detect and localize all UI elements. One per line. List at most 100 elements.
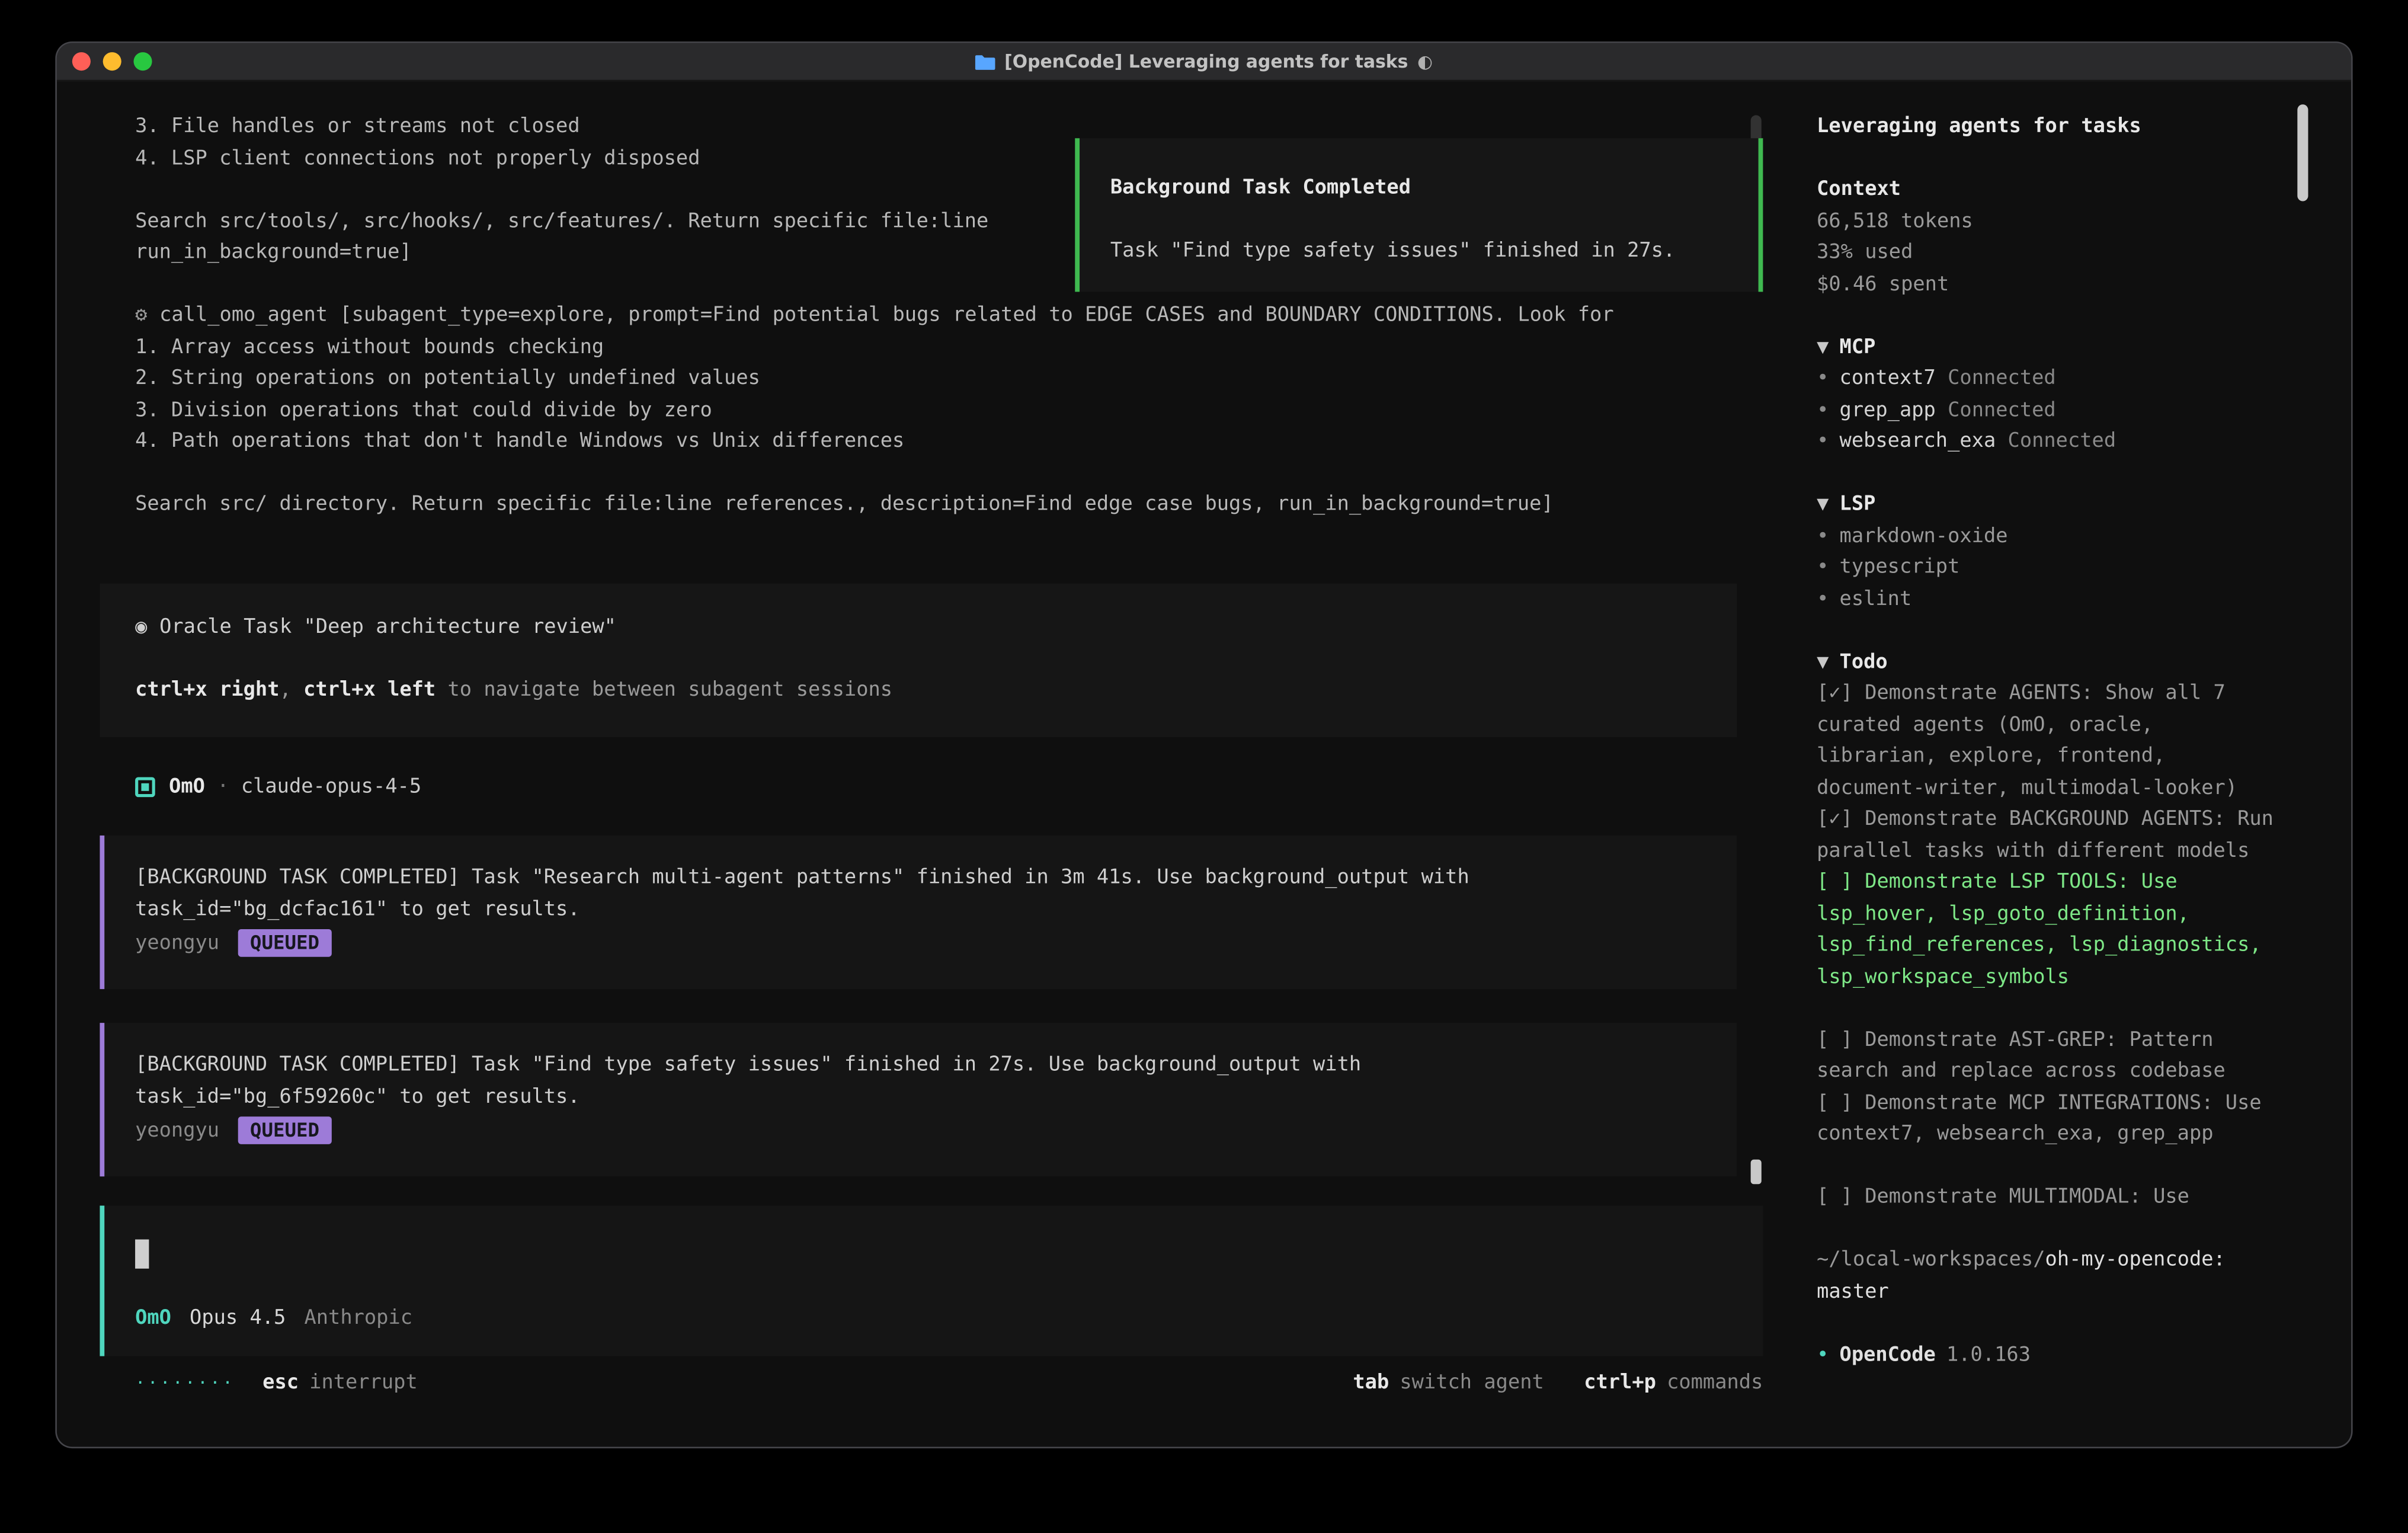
todo-item-done: [✓] Demonstrate AGENTS: Show all 7 curat… xyxy=(1817,679,2278,805)
background-task-message: [BACKGROUND TASK COMPLETED] Task "Find t… xyxy=(100,1023,1737,1176)
window-controls xyxy=(57,52,152,71)
todo-item-active: [ ] Demonstrate LSP TOOLS: Use lsp_hover… xyxy=(1817,868,2278,994)
app-version-number: 1.0.163 xyxy=(1946,1340,2031,1371)
agent-checkbox-icon xyxy=(135,777,155,798)
session-sidebar[interactable]: Leveraging agents for tasks Context 66,5… xyxy=(1794,81,2351,1445)
bullet-icon: • xyxy=(1817,1340,1829,1371)
tool-call-item: 1. Array access without bounds checking xyxy=(57,332,1794,364)
message-meta: yeongyu QUEUED xyxy=(135,927,1737,959)
blank-line xyxy=(1817,1308,2278,1340)
lsp-section-header[interactable]: ▼ LSP xyxy=(1817,490,2278,521)
toast-title: Background Task Completed xyxy=(1110,174,1759,205)
esc-key-label: esc xyxy=(262,1368,299,1399)
tool-call-footer: Search src/ directory. Return specific f… xyxy=(57,490,1794,521)
main-scrollbar-thumb[interactable] xyxy=(1751,1160,1762,1184)
oracle-task-text: Oracle Task "Deep architecture review" xyxy=(159,615,616,638)
bullet-icon: • xyxy=(1817,399,1829,422)
window-content: 3. File handles or streams not closed 4.… xyxy=(57,81,2351,1445)
todo-item-pending: [ ] Demonstrate MULTIMODAL: Use xyxy=(1817,1183,2278,1214)
lsp-name: typescript xyxy=(1840,556,1960,579)
status-left: ········ esc interrupt xyxy=(135,1368,418,1399)
mcp-status xyxy=(1936,367,1948,390)
blank-line xyxy=(1817,459,2278,490)
blank-line xyxy=(1817,616,2278,647)
bullet-icon: • xyxy=(1817,367,1829,390)
toast-body: Task "Find type safety issues" finished … xyxy=(1110,236,1759,268)
hint-key: ctrl+x left xyxy=(303,678,436,701)
titlebar[interactable]: [OpenCode] Leveraging agents for tasks ◐ xyxy=(57,43,2351,82)
mcp-item: • context7 Connected xyxy=(1817,364,2278,395)
background-task-message: [BACKGROUND TASK COMPLETED] Task "Resear… xyxy=(100,836,1737,989)
terminal-window: [OpenCode] Leveraging agents for tasks ◐… xyxy=(57,43,2351,1447)
git-branch: master xyxy=(1817,1277,2278,1308)
context-spent: $0.46 spent xyxy=(1817,270,2278,301)
bullet-icon: • xyxy=(1817,524,1829,548)
message-line: task_id="bg_dcfac161" to get results. xyxy=(135,895,1737,926)
lsp-name: eslint xyxy=(1840,587,1912,610)
close-button[interactable] xyxy=(72,52,91,71)
mcp-status-text: Connected xyxy=(1948,367,2056,390)
app-name: OpenCode xyxy=(1840,1340,1936,1371)
zoom-button[interactable] xyxy=(133,52,152,71)
tool-call-text: call_omo_agent [subagent_type=explore, p… xyxy=(159,304,1614,327)
tool-call-item: 2. String operations on potentially unde… xyxy=(57,364,1794,395)
agent-header: OmO · claude-opus-4-5 xyxy=(57,772,1794,803)
input-meta: OmO Opus 4.5 Anthropic xyxy=(135,1304,1763,1334)
chat-scroll-area[interactable]: 3. File handles or streams not closed 4.… xyxy=(57,81,1794,1205)
commands-key-label: ctrl+p xyxy=(1584,1368,1656,1399)
todo-heading: Todo xyxy=(1840,651,1888,674)
tab-key-label: tab xyxy=(1353,1368,1389,1399)
mcp-name: grep_app xyxy=(1840,399,1936,422)
blank-line xyxy=(1817,994,2278,1025)
chevron-down-icon: ▼ xyxy=(1817,651,1829,674)
status-badge: QUEUED xyxy=(238,1117,332,1145)
message-meta: yeongyu QUEUED xyxy=(135,1115,1737,1147)
input-provider-name: Anthropic xyxy=(304,1304,412,1334)
chevron-down-icon: ▼ xyxy=(1817,493,1829,516)
mcp-status xyxy=(1936,399,1948,422)
agent-separator: · xyxy=(205,776,241,799)
prompt-input[interactable]: OmO Opus 4.5 Anthropic xyxy=(100,1206,1763,1356)
session-title: Leveraging agents for tasks xyxy=(1817,112,2278,143)
mcp-status xyxy=(1996,430,2007,453)
agent-name: OmO xyxy=(169,776,205,799)
hint-text: to navigate between subagent sessions xyxy=(436,678,892,701)
minimize-button[interactable] xyxy=(103,52,121,71)
mcp-name: context7 xyxy=(1840,367,1936,390)
blank-line xyxy=(1817,1214,2278,1246)
bullet-icon: • xyxy=(1817,587,1829,610)
tab-hint: tab switch agent xyxy=(1353,1368,1544,1399)
blank-line xyxy=(100,644,1737,675)
message-line: task_id="bg_6f59260c" to get results. xyxy=(135,1082,1737,1113)
message-line: [BACKGROUND TASK COMPLETED] Task "Find t… xyxy=(135,1051,1737,1082)
text-cursor xyxy=(135,1240,149,1269)
lsp-item: • eslint xyxy=(1817,584,2278,616)
app-version: • OpenCode 1.0.163 xyxy=(1817,1340,2278,1371)
lsp-item: •typescript xyxy=(1817,553,2278,584)
workspace-dir: ~/local-workspaces/ xyxy=(1817,1249,2045,1272)
todo-section-header[interactable]: ▼ Todo xyxy=(1817,647,2278,679)
desktop: [OpenCode] Leveraging agents for tasks ◐… xyxy=(0,0,2408,1533)
context-used: 33% used xyxy=(1817,238,2278,270)
agent-model: claude-opus-4-5 xyxy=(241,776,421,799)
window-title-text: [OpenCode] Leveraging agents for tasks xyxy=(1004,51,1408,72)
spinner-dots-icon: ········ xyxy=(135,1368,235,1399)
session-state-icon: ◐ xyxy=(1417,51,1433,72)
lsp-heading: LSP xyxy=(1840,493,1876,516)
hint-key: ctrl+x right xyxy=(135,678,279,701)
mcp-status-text: Connected xyxy=(2008,430,2116,453)
input-model-name: Opus 4.5 xyxy=(190,1304,286,1334)
sidebar-scrollbar-thumb[interactable] xyxy=(2297,104,2308,201)
context-tokens: 66,518 tokens xyxy=(1817,207,2278,238)
message-user: yeongyu xyxy=(135,932,219,955)
mcp-status-text: Connected xyxy=(1948,399,2056,422)
mcp-section-header[interactable]: ▼MCP xyxy=(1817,332,2278,364)
blank-line xyxy=(1817,143,2278,175)
todo-item-pending: [ ] Demonstrate AST-GREP: Pattern search… xyxy=(1817,1025,2278,1088)
tool-call-header: ⚙call_omo_agent [subagent_type=explore, … xyxy=(57,301,1794,332)
esc-action-label: interrupt xyxy=(309,1368,418,1399)
oracle-icon: ◉ xyxy=(135,615,147,638)
subagent-navigation-hint: ctrl+x right, ctrl+x left to navigate be… xyxy=(100,675,1737,706)
message-user: yeongyu xyxy=(135,1119,219,1142)
background-task-toast[interactable]: Background Task Completed Task "Find typ… xyxy=(1075,138,1763,292)
